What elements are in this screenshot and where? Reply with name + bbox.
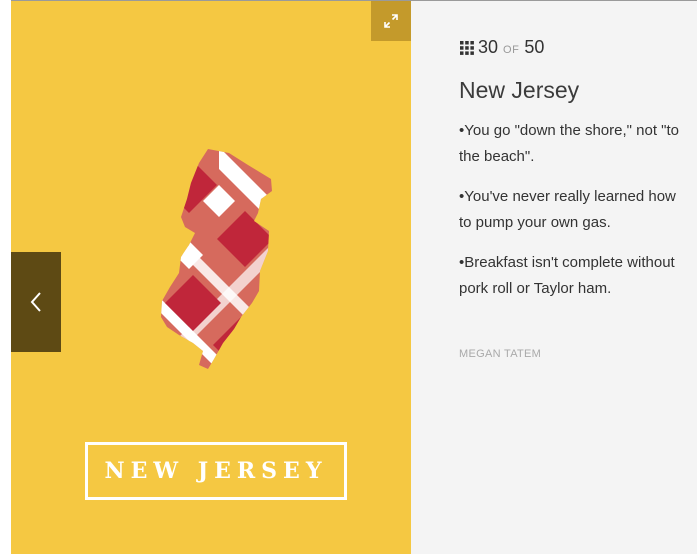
grid-icon[interactable] (460, 40, 474, 55)
fact-item: •You go "down the shore," not "to the be… (459, 122, 679, 165)
expand-button[interactable] (371, 1, 411, 41)
facts-list: •You go "down the shore," not "to the be… (459, 118, 681, 316)
author-credit: MEGAN TATEM (459, 348, 542, 360)
state-title-box: NEW JERSEY (85, 442, 347, 500)
total-slides-number: 50 (524, 37, 545, 57)
info-panel: 30 OF 50 New Jersey •You go "down the sh… (411, 1, 697, 554)
slide-image: NEW JERSEY (11, 1, 411, 554)
chevron-left-icon (30, 292, 41, 312)
state-heading: New Jersey (459, 77, 580, 103)
counter-of-label: OF (503, 43, 520, 56)
fact-item: •Breakfast isn't complete without pork r… (459, 254, 675, 297)
expand-arrows-icon (384, 14, 398, 28)
state-title: NEW JERSEY (104, 458, 328, 484)
new-jersey-plaid-map (161, 149, 272, 369)
fact-item: •You've never really learned how to pump… (459, 188, 676, 231)
left-gutter (0, 0, 11, 554)
previous-slide-button[interactable] (11, 252, 61, 352)
current-slide-number: 30 (478, 37, 499, 57)
slide-counter: 30 OF 50 (460, 37, 544, 58)
